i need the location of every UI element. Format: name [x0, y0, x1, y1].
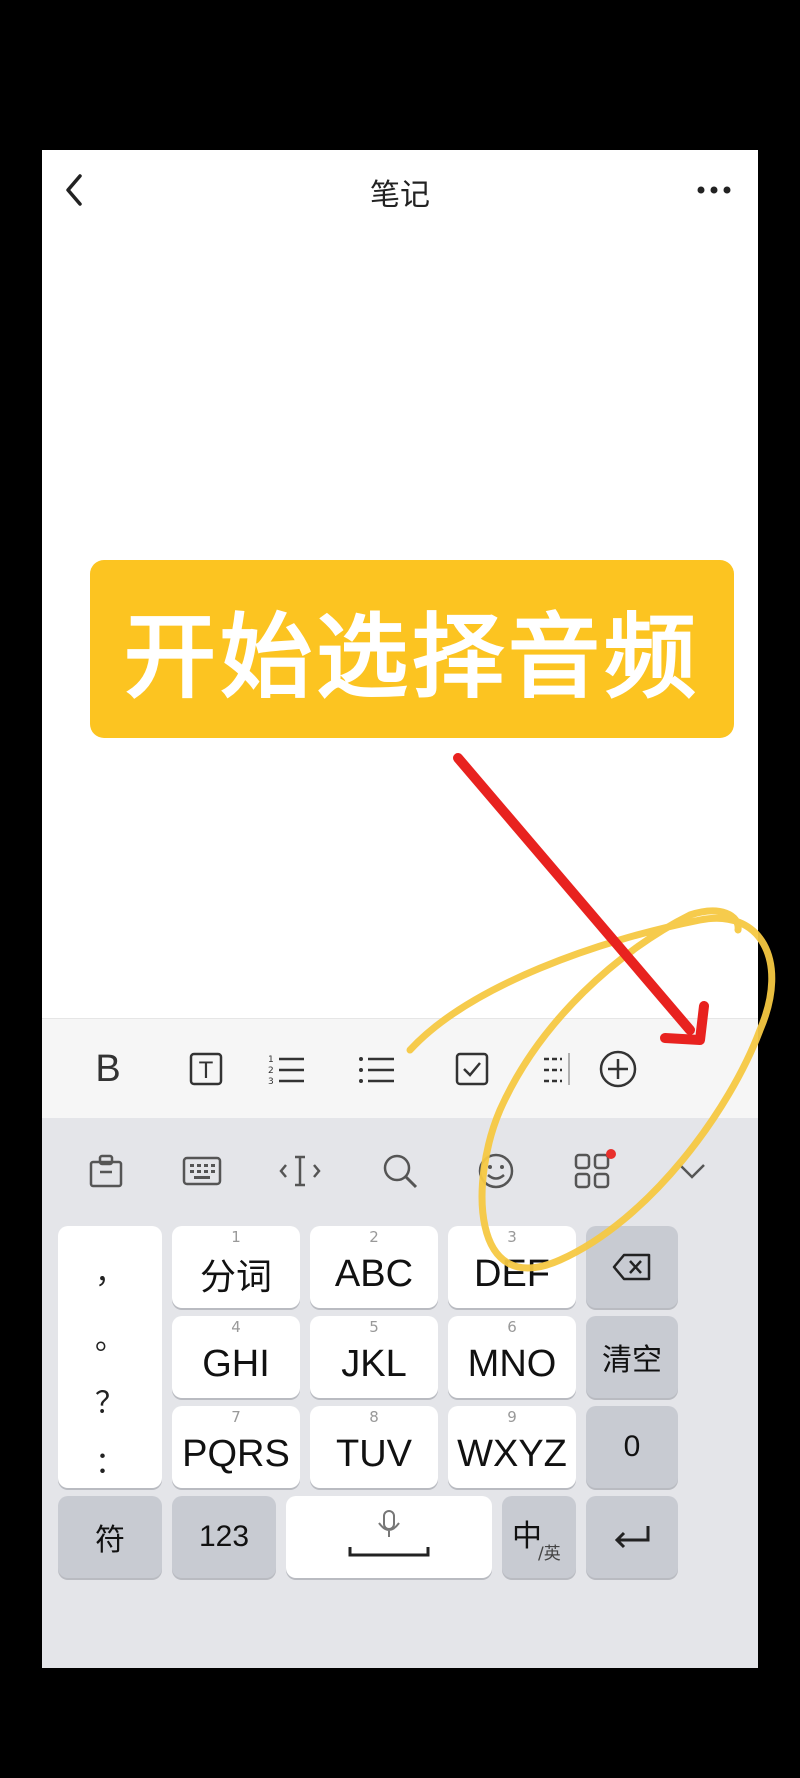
emoji-icon — [478, 1153, 514, 1189]
svg-text:T: T — [198, 1059, 213, 1084]
add-circle-icon — [599, 1050, 637, 1088]
key-number: 5 — [369, 1318, 379, 1336]
keyboard-icon — [182, 1156, 222, 1186]
key-label: 0 — [623, 1430, 641, 1463]
key-9[interactable]: 9 WXYZ — [448, 1406, 576, 1488]
symbol-key[interactable]: 符 — [58, 1496, 162, 1578]
key-label: TUV — [336, 1432, 412, 1475]
numeric-key[interactable]: 123 — [172, 1496, 276, 1578]
divider-button[interactable] — [526, 1041, 586, 1097]
backspace-icon — [612, 1253, 651, 1281]
clipboard-icon — [89, 1154, 123, 1188]
punctuation-key[interactable]: ， 。 ？ ： — [58, 1226, 162, 1488]
page-title: 笔记 — [370, 178, 430, 213]
format-toolbar: B T 123 — [42, 1018, 758, 1119]
key-1[interactable]: 1 分词 — [172, 1226, 300, 1308]
apps-grid-icon — [574, 1149, 616, 1189]
key-number: 4 — [231, 1318, 241, 1336]
key-number: 8 — [369, 1408, 379, 1426]
notes-screen: 笔记 开始选择音频 B T 123 ， 。 ？ ： 1 分词 2 ABC 3 D… — [42, 150, 758, 1668]
key-4[interactable]: 4 GHI — [172, 1316, 300, 1398]
text-style-button[interactable]: T — [176, 1041, 236, 1097]
key-label: 123 — [198, 1520, 250, 1553]
cursor-move-button[interactable] — [272, 1146, 328, 1196]
text-style-icon: T — [189, 1052, 223, 1086]
add-button[interactable] — [588, 1041, 648, 1097]
instruction-banner: 开始选择音频 — [90, 560, 734, 738]
key-label: PQRS — [182, 1432, 290, 1475]
key-8[interactable]: 8 TUV — [310, 1406, 438, 1488]
checkbox-icon — [455, 1052, 489, 1086]
enter-key[interactable] — [586, 1496, 678, 1578]
space-key[interactable] — [286, 1496, 492, 1578]
key-number: 3 — [507, 1228, 517, 1246]
key-label: 分词 — [199, 1257, 272, 1298]
keyboard-switch-button[interactable] — [174, 1146, 230, 1196]
key-label: ABC — [334, 1252, 414, 1295]
key-label: JKL — [341, 1342, 407, 1385]
language-switch-key[interactable]: 中 /英 — [502, 1496, 576, 1578]
emoji-button[interactable] — [468, 1146, 524, 1196]
key-label: 符 — [95, 1523, 125, 1558]
keyboard-toolbar — [42, 1118, 758, 1220]
punct-period[interactable]: 。 — [58, 1314, 162, 1358]
key-number: 6 — [507, 1318, 517, 1336]
key-number: 1 — [231, 1228, 241, 1246]
punct-colon[interactable]: ： — [58, 1438, 162, 1482]
keyboard: ， 。 ？ ： 1 分词 2 ABC 3 DEF 4 GHI 5 JKL 6 MNO 清空 … — [42, 1118, 758, 1668]
top-bar: 笔记 — [42, 150, 758, 230]
svg-text:1: 1 — [268, 1055, 274, 1065]
banner-text: 开始选择音频 — [123, 603, 700, 711]
bulleted-list-button[interactable] — [346, 1041, 406, 1097]
divider-icon — [544, 1053, 570, 1085]
microphone-icon — [348, 1510, 430, 1557]
key-3[interactable]: 3 DEF — [448, 1226, 576, 1308]
bold-icon: B — [95, 1047, 121, 1090]
lang-sub-label: /英 — [538, 1544, 561, 1564]
punct-comma[interactable]: ， — [58, 1248, 162, 1292]
collapse-chevron-icon — [679, 1164, 705, 1179]
key-6[interactable]: 6 MNO — [448, 1316, 576, 1398]
collapse-keyboard-button[interactable] — [664, 1146, 720, 1196]
checkbox-button[interactable] — [442, 1041, 502, 1097]
apps-button[interactable] — [566, 1146, 622, 1196]
key-number: 2 — [369, 1228, 379, 1246]
more-horizontal-icon — [697, 186, 731, 194]
clipboard-button[interactable] — [78, 1146, 134, 1196]
search-button[interactable] — [372, 1146, 428, 1196]
key-number: 7 — [231, 1408, 241, 1426]
svg-text:2: 2 — [268, 1066, 274, 1076]
key-7[interactable]: 7 PQRS — [172, 1406, 300, 1488]
cursor-move-icon — [279, 1155, 321, 1187]
key-label: WXYZ — [457, 1432, 567, 1475]
key-2[interactable]: 2 ABC — [310, 1226, 438, 1308]
numbered-list-icon: 123 — [268, 1055, 304, 1087]
more-button[interactable] — [694, 172, 734, 208]
clear-key[interactable]: 清空 — [586, 1316, 678, 1398]
key-label: GHI — [202, 1342, 270, 1385]
punct-question[interactable]: ？ — [58, 1378, 162, 1422]
key-label: DEF — [474, 1252, 550, 1295]
search-icon — [383, 1154, 418, 1189]
bold-button[interactable]: B — [78, 1041, 138, 1097]
key-number: 9 — [507, 1408, 517, 1426]
backspace-key[interactable] — [586, 1226, 678, 1308]
key-label: 清空 — [602, 1343, 662, 1378]
bulleted-list-icon — [359, 1057, 394, 1083]
numbered-list-button[interactable]: 123 — [256, 1041, 316, 1097]
svg-text:3: 3 — [268, 1077, 274, 1087]
key-5[interactable]: 5 JKL — [310, 1316, 438, 1398]
enter-icon — [614, 1526, 650, 1549]
zero-key[interactable]: 0 — [586, 1406, 678, 1488]
key-label: MNO — [467, 1342, 557, 1385]
